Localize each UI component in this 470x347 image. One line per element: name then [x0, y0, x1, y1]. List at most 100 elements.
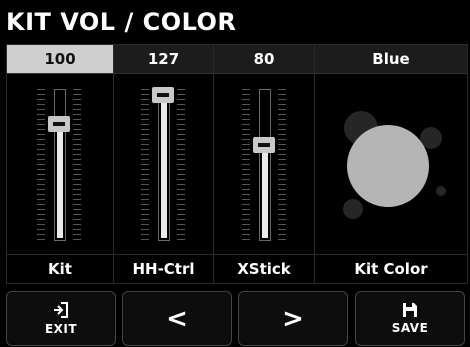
scale-tick — [242, 204, 250, 205]
scale-tick — [278, 239, 286, 240]
kit-color-value: Blue — [315, 45, 467, 74]
scale-tick — [242, 179, 250, 180]
scale-tick — [177, 169, 185, 170]
scale-tick — [177, 224, 185, 225]
scale-tick — [177, 194, 185, 195]
scale-tick — [73, 89, 81, 90]
scale-tick — [141, 159, 149, 160]
scale-tick — [37, 189, 45, 190]
color-bubbles-graphic — [343, 111, 446, 219]
scale-tick — [177, 119, 185, 120]
scale-tick — [242, 239, 250, 240]
fader-kit-track[interactable] — [54, 89, 66, 241]
next-button[interactable]: > — [238, 291, 348, 346]
scale-tick — [177, 144, 185, 145]
scale-tick — [141, 89, 149, 90]
scale-tick — [37, 99, 45, 100]
scale-tick — [278, 134, 286, 135]
scale-tick — [278, 124, 286, 125]
chevron-left-icon: < — [166, 303, 188, 334]
fader-hh-ctrl-label: HH-Ctrl — [114, 254, 213, 283]
fader-hh-ctrl-track[interactable] — [158, 89, 170, 241]
scale-tick — [73, 144, 81, 145]
scale-tick — [73, 94, 81, 95]
scale-tick — [141, 144, 149, 145]
fader-xstick[interactable]: 80 XStick — [214, 45, 315, 283]
scale-tick — [177, 159, 185, 160]
page-title: KIT VOL / COLOR — [6, 8, 237, 36]
scale-tick — [278, 129, 286, 130]
fader-xstick-scale — [242, 89, 250, 240]
scale-tick — [37, 104, 45, 105]
scale-tick — [37, 134, 45, 135]
scale-tick — [37, 119, 45, 120]
scale-tick — [242, 89, 250, 90]
scale-tick — [177, 214, 185, 215]
scale-tick — [37, 174, 45, 175]
scale-tick — [278, 104, 286, 105]
scale-tick — [177, 234, 185, 235]
fader-kit[interactable]: 100 Kit — [7, 45, 114, 283]
scale-tick — [73, 224, 81, 225]
scale-tick — [177, 124, 185, 125]
scale-tick — [141, 199, 149, 200]
scale-tick — [141, 154, 149, 155]
scale-tick — [37, 159, 45, 160]
scale-tick — [37, 109, 45, 110]
scale-tick — [141, 139, 149, 140]
kit-color-selector[interactable]: Blue Kit Color — [315, 45, 467, 283]
scale-tick — [278, 199, 286, 200]
fader-xstick-track[interactable] — [259, 89, 271, 241]
scale-tick — [141, 174, 149, 175]
scale-tick — [177, 229, 185, 230]
scale-tick — [242, 119, 250, 120]
scale-tick — [37, 219, 45, 220]
scale-tick — [177, 154, 185, 155]
scale-tick — [141, 204, 149, 205]
scale-tick — [278, 214, 286, 215]
scale-tick — [177, 99, 185, 100]
kit-color-preview — [315, 73, 467, 254]
kit-volume-panel: 100 Kit 127 HH-Ctrl 80 XStick Blue Kit C… — [6, 44, 468, 284]
scale-tick — [73, 114, 81, 115]
fader-xstick-handle[interactable] — [253, 137, 275, 153]
fader-kit-scale — [37, 89, 45, 240]
scale-tick — [73, 169, 81, 170]
scale-tick — [278, 159, 286, 160]
save-button[interactable]: SAVE — [355, 291, 465, 346]
fader-hh-ctrl-value: 127 — [114, 45, 213, 74]
fader-kit-fill — [57, 123, 63, 238]
exit-button[interactable]: EXIT — [6, 291, 116, 346]
previous-button[interactable]: < — [122, 291, 232, 346]
scale-tick — [177, 89, 185, 90]
fader-kit-scale-right — [73, 89, 81, 240]
scale-tick — [242, 149, 250, 150]
scale-tick — [242, 169, 250, 170]
scale-tick — [177, 209, 185, 210]
fader-hh-ctrl-handle[interactable] — [152, 87, 174, 103]
scale-tick — [278, 109, 286, 110]
fader-hh-ctrl[interactable]: 127 HH-Ctrl — [114, 45, 214, 283]
fader-xstick-scale-right — [278, 89, 286, 240]
fader-hh-ctrl-fill — [161, 92, 167, 238]
fader-xstick-fill — [262, 147, 268, 238]
scale-tick — [73, 229, 81, 230]
scale-tick — [141, 149, 149, 150]
scale-tick — [141, 119, 149, 120]
scale-tick — [141, 184, 149, 185]
scale-tick — [278, 229, 286, 230]
scale-tick — [73, 154, 81, 155]
exit-button-label: EXIT — [44, 322, 78, 336]
fader-kit-handle[interactable] — [48, 116, 70, 132]
scale-tick — [73, 219, 81, 220]
scale-tick — [177, 189, 185, 190]
scale-tick — [242, 184, 250, 185]
scale-tick — [278, 179, 286, 180]
scale-tick — [242, 174, 250, 175]
scale-tick — [177, 129, 185, 130]
scale-tick — [73, 129, 81, 130]
fader-xstick-value: 80 — [214, 45, 314, 74]
scale-tick — [242, 134, 250, 135]
scale-tick — [177, 139, 185, 140]
scale-tick — [177, 164, 185, 165]
